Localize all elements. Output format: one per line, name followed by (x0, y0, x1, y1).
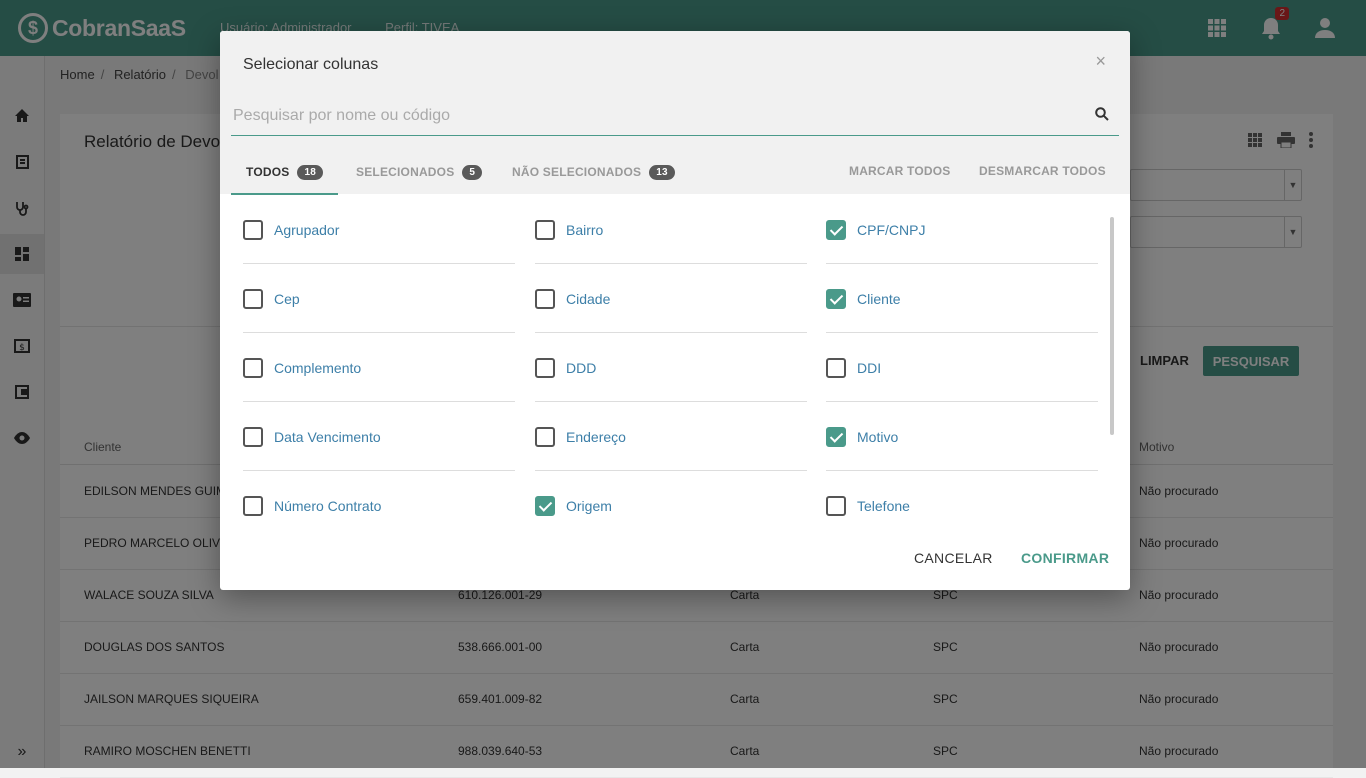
tab-label: NÃO SELECIONADOS (512, 165, 642, 179)
checkbox[interactable] (826, 496, 846, 516)
column-label: Telefone (857, 498, 910, 514)
checkbox[interactable] (535, 289, 555, 309)
column-label: Cliente (857, 291, 901, 307)
column-label: Agrupador (274, 222, 340, 238)
tab-count-badge: 5 (462, 164, 483, 180)
tab-count-badge: 13 (649, 164, 675, 180)
column-label: CPF/CNPJ (857, 222, 926, 238)
column-option-cpf-cnpj[interactable]: CPF/CNPJ (826, 195, 1098, 264)
close-icon[interactable]: × (1095, 51, 1106, 72)
checkbox[interactable] (826, 220, 846, 240)
checkbox[interactable] (535, 358, 555, 378)
column-option-ddi[interactable]: DDI (826, 333, 1098, 402)
search-field (231, 97, 1119, 136)
checkbox[interactable] (535, 220, 555, 240)
column-option-complemento[interactable]: Complemento (243, 333, 515, 402)
tab-nao-selecionados[interactable]: NÃO SELECIONADOS 13 (512, 151, 675, 193)
checkbox[interactable] (826, 358, 846, 378)
tab-todos[interactable]: TODOS 18 (231, 151, 338, 195)
list-scrollbar[interactable] (1110, 217, 1114, 435)
column-label: Motivo (857, 429, 899, 445)
column-option-endereco[interactable]: Endereço (535, 402, 807, 471)
tab-label: SELECIONADOS (356, 165, 455, 179)
column-label: Bairro (566, 222, 604, 238)
checkbox[interactable] (243, 358, 263, 378)
checkbox[interactable] (535, 427, 555, 447)
column-option-ddd[interactable]: DDD (535, 333, 807, 402)
checkbox[interactable] (535, 496, 555, 516)
column-option-cep[interactable]: Cep (243, 264, 515, 333)
select-columns-modal: Selecionar colunas × TODOS 18 SELECIONAD… (220, 31, 1130, 590)
checkbox[interactable] (826, 427, 846, 447)
column-option-cidade[interactable]: Cidade (535, 264, 807, 333)
column-label: Endereço (566, 429, 626, 445)
column-option-motivo[interactable]: Motivo (826, 402, 1098, 471)
column-label: Origem (566, 498, 612, 514)
column-option-cliente[interactable]: Cliente (826, 264, 1098, 333)
checkbox[interactable] (243, 220, 263, 240)
columns-list: Agrupador Bairro CPF/CNPJ Cep Cidade Cli… (220, 195, 1110, 535)
mark-all-button[interactable]: MARCAR TODOS (849, 164, 951, 178)
column-label: Número Contrato (274, 498, 382, 514)
tab-selecionados[interactable]: SELECIONADOS 5 (356, 151, 483, 193)
search-icon[interactable] (1095, 107, 1109, 126)
column-label: Data Vencimento (274, 429, 381, 445)
column-label: DDI (857, 360, 882, 376)
unmark-all-button[interactable]: DESMARCAR TODOS (979, 164, 1106, 178)
column-option-telefone[interactable]: Telefone (826, 471, 1098, 540)
column-label: Cidade (566, 291, 611, 307)
search-input[interactable] (231, 97, 1085, 135)
column-label: DDD (566, 360, 597, 376)
modal-header: Selecionar colunas × TODOS 18 SELECIONAD… (220, 31, 1130, 195)
checkbox[interactable] (243, 427, 263, 447)
checkbox[interactable] (826, 289, 846, 309)
confirm-button[interactable]: CONFIRMAR (1021, 550, 1109, 566)
checkbox[interactable] (243, 496, 263, 516)
column-label: Cep (274, 291, 300, 307)
cancel-button[interactable]: CANCELAR (914, 550, 993, 566)
modal-title: Selecionar colunas (243, 56, 379, 73)
column-option-data-vencimento[interactable]: Data Vencimento (243, 402, 515, 471)
tab-label: TODOS (246, 165, 290, 179)
tab-count-badge: 18 (297, 164, 323, 180)
checkbox[interactable] (243, 289, 263, 309)
column-option-origem[interactable]: Origem (535, 471, 807, 540)
column-option-bairro[interactable]: Bairro (535, 195, 807, 264)
column-label: Complemento (274, 360, 362, 376)
column-option-agrupador[interactable]: Agrupador (243, 195, 515, 264)
column-option-numero-contrato[interactable]: Número Contrato (243, 471, 515, 540)
